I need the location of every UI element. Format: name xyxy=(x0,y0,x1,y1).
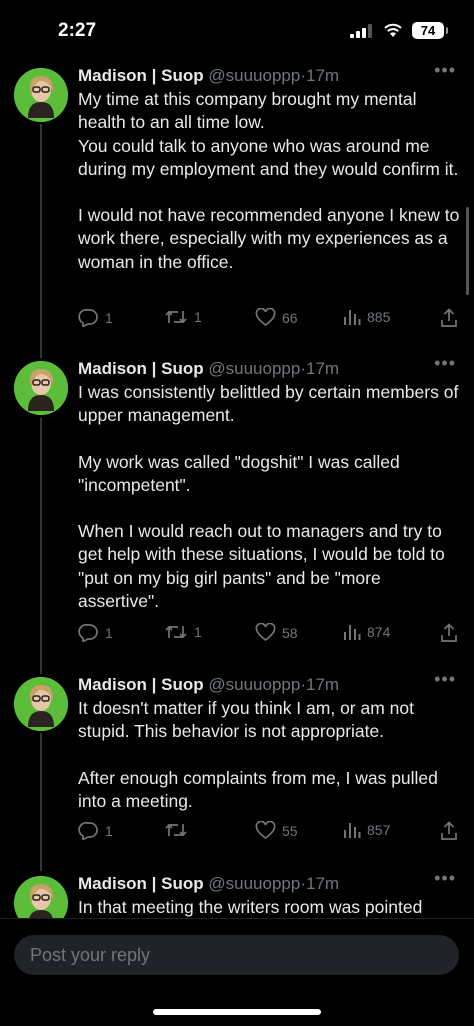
avatar[interactable] xyxy=(14,68,68,122)
reply-count: 1 xyxy=(105,309,113,326)
share-icon xyxy=(441,821,457,840)
tweet-timestamp[interactable]: 17m xyxy=(306,675,339,694)
thread-line xyxy=(40,124,42,358)
views-icon xyxy=(344,625,361,640)
reply-input[interactable]: Post your reply xyxy=(14,935,459,975)
views-icon xyxy=(344,823,361,838)
status-icons: 74 xyxy=(350,22,448,39)
thread-line xyxy=(40,733,42,871)
reply-button[interactable]: 1 xyxy=(78,308,113,327)
share-icon xyxy=(441,623,457,642)
tweet-header: Madison | Suop @suuuoppp·17m xyxy=(78,675,339,695)
heart-icon xyxy=(255,821,276,840)
retweet-button[interactable]: 1 xyxy=(164,308,202,326)
tweet-text: I was consistently belittled by certain … xyxy=(78,381,463,613)
tweet-paragraph: I would not have recommended anyone I kn… xyxy=(78,205,460,272)
views-count: 857 xyxy=(367,822,391,838)
views-icon xyxy=(344,310,361,325)
reply-icon xyxy=(78,821,98,840)
views-button[interactable]: 857 xyxy=(343,821,390,839)
tweet-paragraph: After enough complaints from me, I was p… xyxy=(78,767,438,811)
retweet-icon xyxy=(165,310,187,324)
author-name[interactable]: Madison | Suop xyxy=(78,675,204,694)
author-name[interactable]: Madison | Suop xyxy=(78,874,204,893)
retweet-icon xyxy=(165,625,187,639)
tweet-text: My time at this company brought my menta… xyxy=(78,88,463,274)
tweet-paragraph: My time at this company brought my menta… xyxy=(78,89,459,179)
share-button[interactable] xyxy=(440,308,458,328)
tweet-paragraph: I was consistently belittled by certain … xyxy=(78,382,459,426)
tweet-text: In that meeting the writers room was poi… xyxy=(78,896,463,919)
tweet-paragraph: In that meeting the writers room was poi… xyxy=(78,897,423,917)
reply-icon xyxy=(78,308,98,327)
wifi-icon xyxy=(384,23,402,37)
retweet-count: 1 xyxy=(194,309,202,325)
views-count: 874 xyxy=(367,624,391,640)
tweet-timestamp[interactable]: 17m xyxy=(306,874,339,893)
more-options-icon[interactable]: ••• xyxy=(434,669,456,690)
tweet-actions: 1 1 66 885 xyxy=(78,308,458,332)
author-name[interactable]: Madison | Suop xyxy=(78,359,204,378)
tweet-paragraph: It doesn't matter if you think I am, or … xyxy=(78,698,414,742)
reply-count: 1 xyxy=(105,822,113,839)
reply-count: 1 xyxy=(105,624,113,641)
views-button[interactable]: 874 xyxy=(343,623,390,641)
scroll-indicator[interactable] xyxy=(466,207,469,295)
tweet-text: It doesn't matter if you think I am, or … xyxy=(78,697,463,813)
author-handle[interactable]: @suuuoppp xyxy=(208,874,300,893)
views-button[interactable]: 885 xyxy=(343,308,390,326)
avatar[interactable] xyxy=(14,677,68,731)
status-bar: 2:27 74 xyxy=(0,0,474,58)
heart-icon xyxy=(255,623,276,642)
author-handle[interactable]: @suuuoppp xyxy=(208,675,300,694)
tweet-paragraph: My work was called "dogshit" I was calle… xyxy=(78,451,400,495)
tweet-header: Madison | Suop @suuuoppp·17m xyxy=(78,66,339,86)
tweet-actions: 1 1 58 874 xyxy=(78,623,458,647)
like-button[interactable]: 55 xyxy=(255,821,298,840)
tweet-timestamp[interactable]: 17m xyxy=(306,66,339,85)
like-button[interactable]: 58 xyxy=(255,623,298,642)
like-count: 58 xyxy=(282,624,298,641)
reply-button[interactable]: 1 xyxy=(78,821,113,840)
heart-icon xyxy=(255,308,276,327)
retweet-icon xyxy=(165,823,187,837)
reply-button[interactable]: 1 xyxy=(78,623,113,642)
thread-line xyxy=(40,418,42,674)
cellular-signal-icon xyxy=(350,23,372,38)
tweet-header: Madison | Suop @suuuoppp·17m xyxy=(78,359,339,379)
author-handle[interactable]: @suuuoppp xyxy=(208,359,300,378)
share-button[interactable] xyxy=(440,821,458,841)
more-options-icon[interactable]: ••• xyxy=(434,60,456,81)
home-indicator[interactable] xyxy=(153,1009,321,1015)
reply-bar: Post your reply xyxy=(0,918,474,1026)
tweet-actions: 1 55 857 xyxy=(78,821,458,845)
tweet-timestamp[interactable]: 17m xyxy=(306,359,339,378)
views-count: 885 xyxy=(367,309,391,325)
reply-icon xyxy=(78,623,98,642)
author-name[interactable]: Madison | Suop xyxy=(78,66,204,85)
tweet-paragraph: When I would reach out to managers and t… xyxy=(78,521,445,612)
status-time: 2:27 xyxy=(58,20,97,41)
tweet-header: Madison | Suop @suuuoppp·17m xyxy=(78,874,339,894)
like-button[interactable]: 66 xyxy=(255,308,298,327)
like-count: 66 xyxy=(282,309,298,326)
retweet-button[interactable]: 1 xyxy=(164,623,202,641)
more-options-icon[interactable]: ••• xyxy=(434,868,456,889)
retweet-button[interactable] xyxy=(164,821,194,839)
more-options-icon[interactable]: ••• xyxy=(434,353,456,374)
share-button[interactable] xyxy=(440,623,458,643)
battery-icon: 74 xyxy=(412,22,448,39)
avatar[interactable] xyxy=(14,361,68,415)
share-icon xyxy=(441,308,457,327)
retweet-count: 1 xyxy=(194,624,202,640)
author-handle[interactable]: @suuuoppp xyxy=(208,66,300,85)
like-count: 55 xyxy=(282,822,298,839)
